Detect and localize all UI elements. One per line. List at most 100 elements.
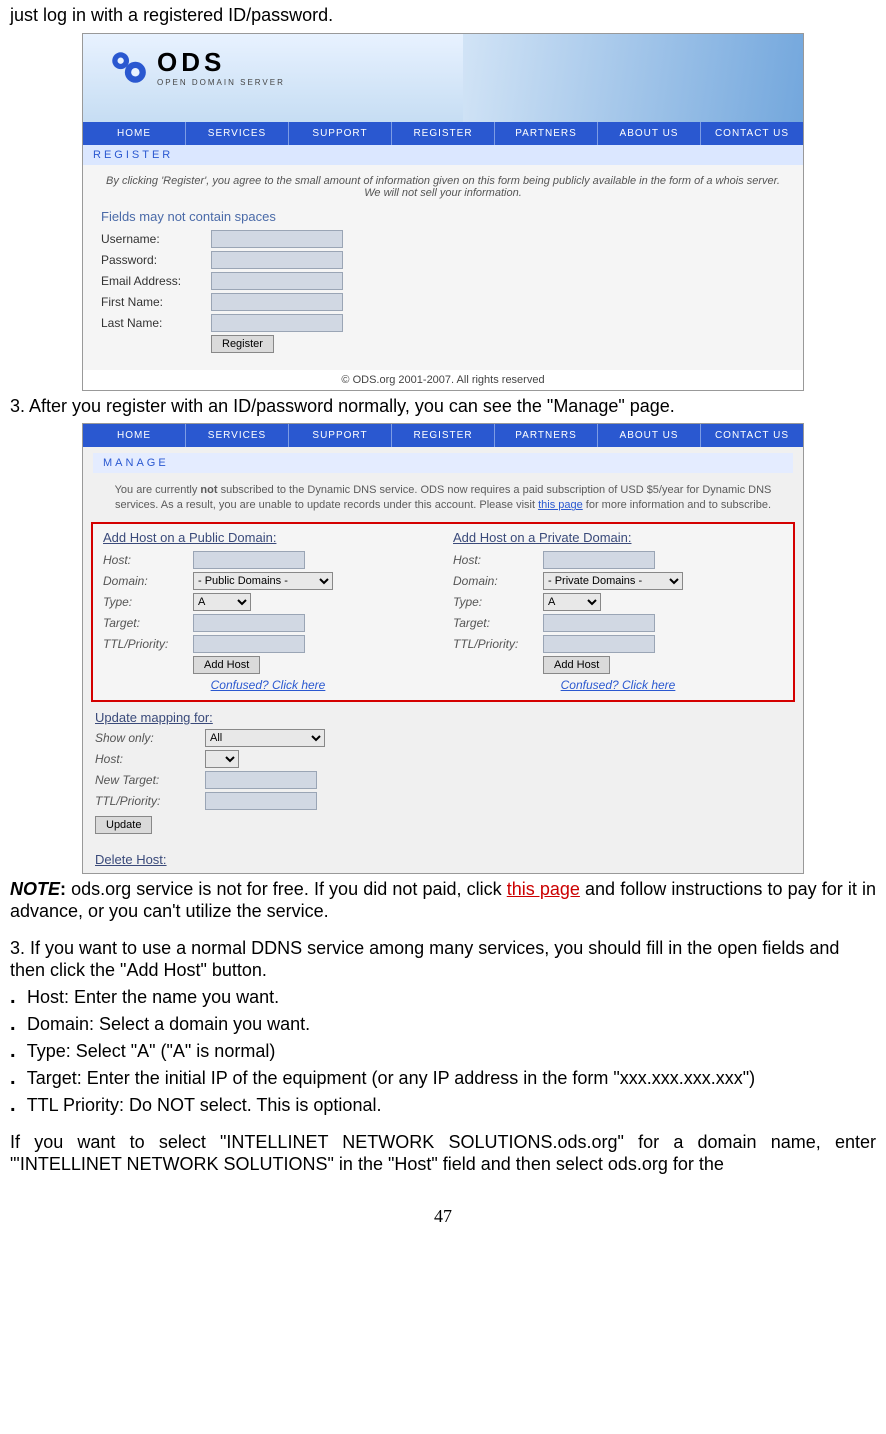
doc-line-top: just log in with a registered ID/passwor… [10,4,876,27]
upd-host-select[interactable] [205,750,239,768]
label-lastname: Last Name: [101,316,211,330]
bullet-domain: . Domain: Select a domain you want. [10,1013,876,1036]
manage-info-link[interactable]: this page [538,499,583,511]
bullet-host-text: Host: Enter the name you want. [27,987,279,1007]
note-paragraph: NOTE: ods.org service is not for free. I… [10,878,876,923]
input-lastname[interactable] [211,314,343,332]
note-colon: : [60,879,71,899]
pub-ttl-input[interactable] [193,635,305,653]
bullet-dot-icon: . [10,1067,22,1090]
nav2-partners[interactable]: PARTNERS [495,424,598,447]
doc-step3a: 3. After you register with an ID/passwor… [10,395,876,418]
nav-bar-2: HOME SERVICES SUPPORT REGISTER PARTNERS … [83,424,803,447]
bullet-domain-text: Domain: Select a domain you want. [27,1014,310,1034]
public-title: Add Host on a Public Domain: [103,530,433,545]
manage-info-a: You are currently [115,484,201,496]
pub-confused-link[interactable]: Confused? Click here [103,678,433,692]
pub-type-select[interactable]: A [193,593,251,611]
bullet-ttl: . TTL Priority: Do NOT select. This is o… [10,1094,876,1117]
pub-target-label: Target: [103,616,193,630]
nav2-register[interactable]: REGISTER [392,424,495,447]
nav-register[interactable]: REGISTER [392,122,495,145]
nav-about[interactable]: ABOUT US [598,122,701,145]
gear-icon [107,46,149,88]
section-register: REGISTER [83,145,803,165]
priv-host-input[interactable] [543,551,655,569]
priv-ttl-input[interactable] [543,635,655,653]
logo-text: ODS [157,47,285,78]
private-col: Add Host on a Private Domain: Host: Doma… [443,524,793,700]
upd-ttl-input[interactable] [205,792,317,810]
nav2-contact[interactable]: CONTACT US [701,424,803,447]
new-target-input[interactable] [205,771,317,789]
nav2-about[interactable]: ABOUT US [598,424,701,447]
nav2-support[interactable]: SUPPORT [289,424,392,447]
manage-info: You are currently not subscribed to the … [83,473,803,522]
nav2-services[interactable]: SERVICES [186,424,289,447]
bullet-ttl-text: TTL Priority: Do NOT select. This is opt… [27,1095,382,1115]
input-username[interactable] [211,230,343,248]
banner-sky [463,34,803,122]
bullet-target: . Target: Enter the initial IP of the eq… [10,1067,876,1090]
new-target-label: New Target: [95,773,205,787]
label-email: Email Address: [101,274,211,288]
input-password[interactable] [211,251,343,269]
delete-title: Delete Host: [95,852,803,867]
register-info: By clicking 'Register', you agree to the… [101,175,785,199]
input-firstname[interactable] [211,293,343,311]
logo-subtext: OPEN DOMAIN SERVER [157,78,285,87]
nav-bar: HOME SERVICES SUPPORT REGISTER PARTNERS … [83,122,803,145]
public-col: Add Host on a Public Domain: Host: Domai… [93,524,443,700]
pub-add-host-button[interactable]: Add Host [193,656,260,674]
banner: ODS OPEN DOMAIN SERVER [83,34,803,122]
nav-contact[interactable]: CONTACT US [701,122,803,145]
nav-home[interactable]: HOME [83,122,186,145]
input-email[interactable] [211,272,343,290]
pub-target-input[interactable] [193,614,305,632]
update-title: Update mapping for: [95,710,803,725]
screenshot-manage: HOME SERVICES SUPPORT REGISTER PARTNERS … [82,423,804,874]
priv-confused-link[interactable]: Confused? Click here [453,678,783,692]
register-button[interactable]: Register [211,335,274,353]
priv-type-select[interactable]: A [543,593,601,611]
pub-host-input[interactable] [193,551,305,569]
nav2-home[interactable]: HOME [83,424,186,447]
bullet-type-text: Type: Select "A" ("A" is normal) [27,1041,276,1061]
bullet-dot-icon: . [10,1040,22,1063]
bullet-dot-icon: . [10,1013,22,1036]
nav-partners[interactable]: PARTNERS [495,122,598,145]
nav-services[interactable]: SERVICES [186,122,289,145]
pub-domain-select[interactable]: - Public Domains - [193,572,333,590]
note-link[interactable]: this page [507,879,580,899]
private-title: Add Host on a Private Domain: [453,530,783,545]
priv-domain-select[interactable]: - Private Domains - [543,572,683,590]
priv-domain-label: Domain: [453,574,543,588]
update-block: Show only:All Host: New Target: TTL/Prio… [83,729,803,844]
upd-ttl-label: TTL/Priority: [95,794,205,808]
label-firstname: First Name: [101,295,211,309]
priv-ttl-label: TTL/Priority: [453,637,543,651]
note-label: NOTE [10,879,60,899]
show-only-select[interactable]: All [205,729,325,747]
form-title: Fields may not contain spaces [101,209,785,224]
pub-ttl-label: TTL/Priority: [103,637,193,651]
nav-support[interactable]: SUPPORT [289,122,392,145]
bullet-target-text: Target: Enter the initial IP of the equi… [27,1068,755,1088]
bullet-host: . Host: Enter the name you want. [10,986,876,1009]
pub-domain-label: Domain: [103,574,193,588]
doc-step3b: 3. If you want to use a normal DDNS serv… [10,937,876,982]
manage-info-c: for more information and to subscribe. [583,499,771,511]
update-button[interactable]: Update [95,816,152,834]
manage-info-not: not [200,484,217,496]
pub-type-label: Type: [103,595,193,609]
priv-target-label: Target: [453,616,543,630]
label-password: Password: [101,253,211,267]
priv-target-input[interactable] [543,614,655,632]
upd-host-label: Host: [95,752,205,766]
bullet-dot-icon: . [10,986,22,1009]
page-number: 47 [10,1206,876,1227]
priv-add-host-button[interactable]: Add Host [543,656,610,674]
priv-host-label: Host: [453,553,543,567]
add-host-panel: Add Host on a Public Domain: Host: Domai… [91,522,795,702]
ods-logo: ODS OPEN DOMAIN SERVER [107,46,285,88]
